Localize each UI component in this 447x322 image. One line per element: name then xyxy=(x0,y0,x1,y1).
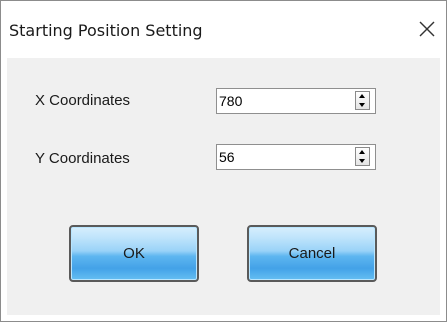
cancel-button[interactable]: Cancel xyxy=(247,225,377,282)
y-coordinates-spinbox[interactable] xyxy=(216,144,376,170)
y-increment-arrow-icon[interactable] xyxy=(356,148,369,156)
dialog-title: Starting Position Setting xyxy=(9,21,203,40)
starting-position-dialog: Starting Position Setting X Coordinates … xyxy=(0,0,447,322)
y-spin-buttons xyxy=(355,147,370,166)
x-coordinates-spinbox[interactable] xyxy=(216,88,376,114)
dialog-content: X Coordinates Y Coordinates OK Cancel xyxy=(7,58,440,315)
close-icon xyxy=(419,21,435,37)
x-decrement-arrow-icon[interactable] xyxy=(356,101,369,109)
title-bar: Starting Position Setting xyxy=(1,1,446,58)
close-button[interactable] xyxy=(414,16,440,42)
ok-button[interactable]: OK xyxy=(69,225,199,282)
x-coordinates-label: X Coordinates xyxy=(35,92,131,109)
y-decrement-arrow-icon[interactable] xyxy=(356,157,369,165)
y-coordinates-input[interactable] xyxy=(217,145,347,169)
x-spin-buttons xyxy=(355,91,370,110)
x-coordinates-input[interactable] xyxy=(217,89,347,113)
x-increment-arrow-icon[interactable] xyxy=(356,92,369,100)
y-coordinates-label: Y Coordinates xyxy=(35,150,130,167)
